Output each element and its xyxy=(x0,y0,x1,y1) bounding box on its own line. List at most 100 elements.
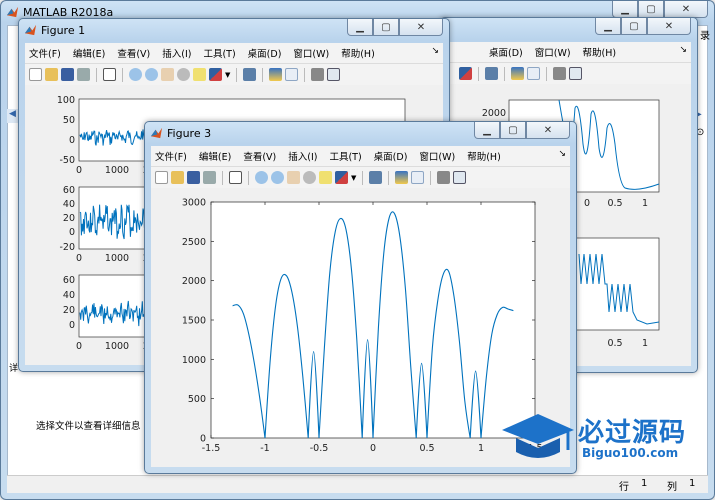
matlab-logo-icon xyxy=(6,6,19,18)
pointer-icon[interactable] xyxy=(103,68,116,81)
menu-tools[interactable]: 工具(T) xyxy=(329,149,361,163)
maximize-icon: ▢ xyxy=(646,3,656,15)
menu-file[interactable]: 文件(F) xyxy=(29,46,61,60)
menu-help[interactable]: 帮助(H) xyxy=(341,46,375,60)
toolbar-separator xyxy=(388,170,390,185)
figure2-close-button[interactable]: ✕ xyxy=(647,18,691,35)
figure1-maximize-button[interactable]: ▢ xyxy=(373,19,399,36)
figure1-ytick-3-1: 40 xyxy=(63,290,75,301)
link-plot-icon[interactable] xyxy=(243,68,257,81)
y-tick-label: 1000 xyxy=(182,355,206,366)
zoom-out-icon[interactable] xyxy=(145,68,158,81)
hide-plot-tools-icon[interactable] xyxy=(553,67,566,80)
y-tick-label: 1500 xyxy=(182,316,206,327)
brush-icon[interactable] xyxy=(209,68,222,81)
brush-icon[interactable] xyxy=(459,67,472,80)
show-plot-tools-icon[interactable] xyxy=(453,171,467,184)
colorbar-icon[interactable] xyxy=(395,171,409,184)
figure1-ytick-2-1: 40 xyxy=(63,199,75,210)
menu-view[interactable]: 查看(V) xyxy=(117,46,150,60)
figure2-minimize-button[interactable]: ▁ xyxy=(595,18,621,35)
new-figure-icon[interactable] xyxy=(155,171,168,184)
minimize-icon: ▁ xyxy=(356,21,364,33)
menu-desktop[interactable]: 桌面(D) xyxy=(248,46,282,60)
menu-edit[interactable]: 编辑(E) xyxy=(199,149,231,163)
link-plot-icon[interactable] xyxy=(369,171,383,184)
pan-icon[interactable] xyxy=(287,171,300,184)
zoom-in-icon[interactable] xyxy=(129,68,142,81)
menu-file[interactable]: 文件(F) xyxy=(155,149,187,163)
link-plot-icon[interactable] xyxy=(485,67,498,80)
figure2-menu-window[interactable]: 窗口(W) xyxy=(535,45,571,59)
menu-overflow-icon[interactable]: ↘ xyxy=(679,45,687,55)
legend-icon[interactable] xyxy=(527,67,540,80)
watermark-url: Biguo100.com xyxy=(582,446,679,460)
data-cursor-icon[interactable] xyxy=(319,171,332,184)
status-col-label: 列 xyxy=(667,482,677,493)
figure1-minimize-button[interactable]: ▁ xyxy=(347,19,373,36)
figure1-ytick-3-2: 20 xyxy=(63,305,75,316)
brush-dropdown-icon[interactable]: ▼ xyxy=(225,71,230,79)
left-panel-marker: 详 xyxy=(9,364,19,374)
figure1-xtick-2-0: 0 xyxy=(76,253,82,264)
menu-edit[interactable]: 编辑(E) xyxy=(73,46,105,60)
print-icon[interactable] xyxy=(77,68,90,81)
brush-icon[interactable] xyxy=(335,171,348,184)
menu-desktop[interactable]: 桌面(D) xyxy=(374,149,408,163)
pan-icon[interactable] xyxy=(161,68,174,81)
hide-plot-tools-icon[interactable] xyxy=(437,171,451,184)
new-figure-icon[interactable] xyxy=(29,68,42,81)
figure2-menu-help[interactable]: 帮助(H) xyxy=(583,45,617,59)
close-button[interactable]: ✕ xyxy=(664,1,708,18)
status-col-value: 1 xyxy=(689,478,696,489)
rotate-icon[interactable] xyxy=(303,171,316,184)
zoom-out-icon[interactable] xyxy=(271,171,284,184)
maximize-icon: ▢ xyxy=(508,124,518,136)
menu-overflow-icon[interactable]: ↘ xyxy=(431,46,439,56)
menu-insert[interactable]: 插入(I) xyxy=(162,46,191,60)
maximize-button[interactable]: ▢ xyxy=(638,1,664,18)
show-plot-tools-icon[interactable] xyxy=(327,68,341,81)
figure3-title: Figure 3 xyxy=(167,127,212,140)
x-tick-label: 0.5 xyxy=(419,443,434,454)
menu-view[interactable]: 查看(V) xyxy=(243,149,276,163)
figure1-close-button[interactable]: ✕ xyxy=(399,19,443,36)
menu-help[interactable]: 帮助(H) xyxy=(467,149,501,163)
menu-window[interactable]: 窗口(W) xyxy=(293,46,329,60)
menu-overflow-icon[interactable]: ↘ xyxy=(558,149,566,159)
figure3-maximize-button[interactable]: ▢ xyxy=(500,122,526,139)
zoom-in-icon[interactable] xyxy=(255,171,268,184)
y-tick-label: 500 xyxy=(188,394,206,405)
open-file-icon[interactable] xyxy=(171,171,184,184)
print-icon[interactable] xyxy=(203,171,216,184)
save-icon[interactable] xyxy=(187,171,200,184)
legend-icon[interactable] xyxy=(411,171,425,184)
figure2-maximize-button[interactable]: ▢ xyxy=(621,18,647,35)
figure3-minimize-button[interactable]: ▁ xyxy=(474,122,500,139)
figure2-ytick-top: 2000 xyxy=(482,108,506,119)
figure1-ytick-2-4: -20 xyxy=(59,242,75,253)
menu-tools[interactable]: 工具(T) xyxy=(203,46,235,60)
rotate-icon[interactable] xyxy=(177,68,190,81)
x-tick-label: -0.5 xyxy=(310,443,329,454)
figure1-xtick-2-1: 1000 xyxy=(105,253,129,264)
save-icon[interactable] xyxy=(61,68,74,81)
figure3-close-button[interactable]: ✕ xyxy=(526,122,570,139)
menu-insert[interactable]: 插入(I) xyxy=(288,149,317,163)
open-file-icon[interactable] xyxy=(45,68,58,81)
pointer-icon[interactable] xyxy=(229,171,242,184)
figure1-ytick-1-0: 100 xyxy=(57,95,75,106)
figure2-menu-desktop[interactable]: 桌面(D) xyxy=(489,45,523,59)
figure2-toolbar xyxy=(447,62,691,84)
data-cursor-icon[interactable] xyxy=(193,68,206,81)
show-plot-tools-icon[interactable] xyxy=(569,67,582,80)
colorbar-icon[interactable] xyxy=(269,68,283,81)
close-icon: ✕ xyxy=(681,3,691,15)
colorbar-icon[interactable] xyxy=(511,67,524,80)
y-tick-label: 2500 xyxy=(182,237,206,248)
legend-icon[interactable] xyxy=(285,68,299,81)
hide-plot-tools-icon[interactable] xyxy=(311,68,325,81)
menu-window[interactable]: 窗口(W) xyxy=(419,149,455,163)
brush-dropdown-icon[interactable]: ▼ xyxy=(351,174,356,182)
minimize-button[interactable]: ▁ xyxy=(612,1,638,18)
